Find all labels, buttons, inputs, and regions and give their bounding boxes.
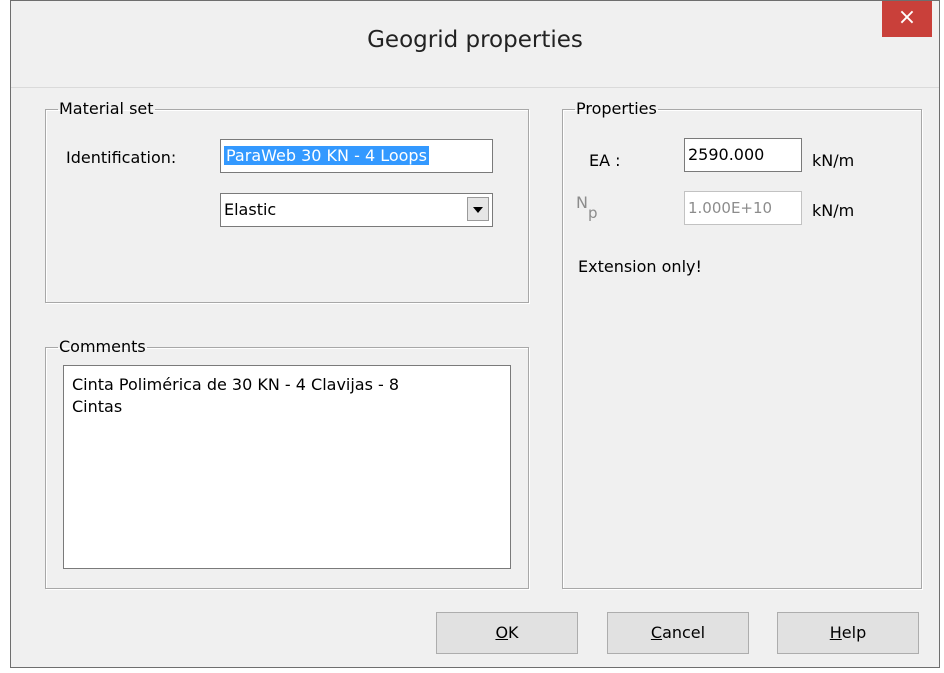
comments-legend: Comments xyxy=(59,337,146,356)
ok-rest: K xyxy=(508,623,519,642)
properties-legend: Properties xyxy=(576,99,657,118)
geogrid-properties-dialog: Geogrid properties × Material set Identi… xyxy=(10,0,940,668)
ea-value: 2590.000 xyxy=(688,145,765,164)
ea-label: EA : xyxy=(589,151,621,170)
np-label-main: N xyxy=(576,193,588,212)
np-label: Np xyxy=(576,193,598,222)
identification-label: Identification: xyxy=(66,148,177,167)
ok-button[interactable]: OK xyxy=(436,612,578,654)
ea-unit: kN/m xyxy=(812,151,855,170)
identification-selected-text: ParaWeb 30 KN - 4 Loops xyxy=(224,146,429,165)
dialog-title: Geogrid properties xyxy=(367,27,583,53)
np-label-sub: p xyxy=(587,204,598,223)
properties-group: Properties xyxy=(562,101,922,589)
ea-input[interactable]: 2590.000 xyxy=(684,138,802,172)
close-icon[interactable]: × xyxy=(882,1,932,37)
ok-mnemonic: O xyxy=(495,623,509,642)
comments-line-2: Cintas xyxy=(72,397,123,416)
np-input: 1.000E+10 xyxy=(684,191,802,225)
cancel-mnemonic: C xyxy=(650,623,663,642)
title-bar: Geogrid properties × xyxy=(11,1,939,88)
comments-line-1: Cinta Polimérica de 30 KN - 4 Clavijas -… xyxy=(72,375,400,394)
chevron-down-icon[interactable] xyxy=(467,197,489,221)
help-mnemonic: H xyxy=(829,623,842,642)
extension-note: Extension only! xyxy=(578,257,702,276)
material-model-select[interactable]: Elastic xyxy=(220,193,493,227)
np-value: 1.000E+10 xyxy=(688,199,773,217)
cancel-button[interactable]: Cancel xyxy=(607,612,749,654)
cancel-rest: ancel xyxy=(662,623,706,642)
help-button[interactable]: Help xyxy=(777,612,919,654)
np-unit: kN/m xyxy=(812,201,855,220)
comments-textarea[interactable]: Cinta Polimérica de 30 KN - 4 Clavijas -… xyxy=(63,365,511,569)
identification-input[interactable]: ParaWeb 30 KN - 4 Loops xyxy=(220,139,493,173)
help-rest: elp xyxy=(841,623,867,642)
material-set-legend: Material set xyxy=(59,99,154,118)
material-model-value: Elastic xyxy=(224,200,277,219)
